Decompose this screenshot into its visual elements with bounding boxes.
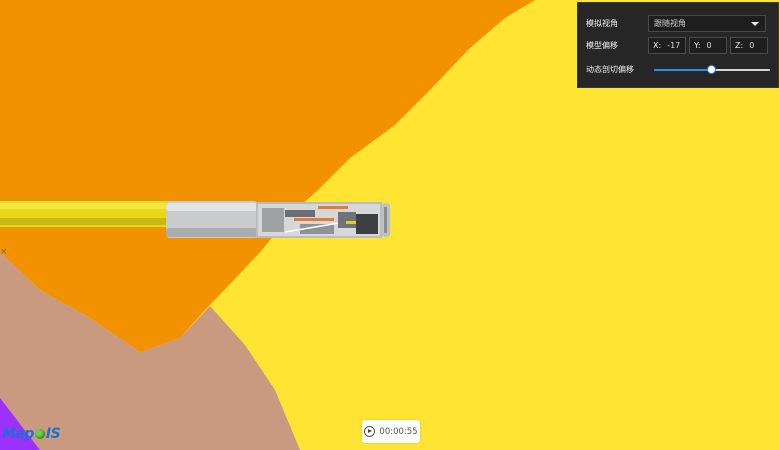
tunnel-bore: [0, 199, 175, 229]
view-label: 模拟视角: [586, 19, 618, 28]
playback-time: 00:00:55: [379, 426, 418, 437]
play-icon[interactable]: [364, 426, 376, 437]
offset-z-key: Z:: [735, 41, 744, 50]
globe-icon: [34, 429, 45, 439]
clip-offset-slider[interactable]: [654, 64, 770, 75]
offset-row: 模型偏移 X: -17 Y: 0 Z: 0: [586, 37, 771, 54]
logo-text-left: Map: [2, 426, 34, 442]
logo-text-right: IS: [45, 426, 61, 442]
offset-x-value: -17: [667, 41, 681, 50]
offset-y-key: Y:: [694, 41, 701, 50]
offset-x-key: X:: [653, 41, 662, 50]
playback-control: 00:00:55: [362, 420, 420, 443]
mapgis-logo: Map IS: [2, 426, 61, 442]
view-mode-select[interactable]: 跟随视角: [648, 15, 766, 32]
clip-label: 动态剖切偏移: [586, 65, 634, 74]
settings-panel: 模拟视角 跟随视角 模型偏移 X: -17 Y: 0 Z: 0 动态剖切偏移: [577, 2, 779, 88]
view-row: 模拟视角 跟随视角: [586, 15, 766, 32]
clip-row: 动态剖切偏移: [586, 64, 770, 75]
offset-z-value: 0: [749, 41, 755, 50]
offset-label: 模型偏移: [586, 41, 618, 50]
tunnel-boring-machine: [166, 201, 390, 238]
offset-y-value: 0: [706, 41, 712, 50]
slider-handle[interactable]: [707, 64, 716, 74]
offset-x-field[interactable]: X: -17: [648, 37, 686, 54]
offset-z-field[interactable]: Z: 0: [730, 37, 768, 54]
axis-marker-icon: ×: [0, 247, 8, 257]
offset-y-field[interactable]: Y: 0: [689, 37, 727, 54]
chevron-down-icon: [751, 22, 759, 26]
slider-fill: [654, 68, 712, 71]
view-mode-value: 跟随视角: [654, 19, 686, 28]
